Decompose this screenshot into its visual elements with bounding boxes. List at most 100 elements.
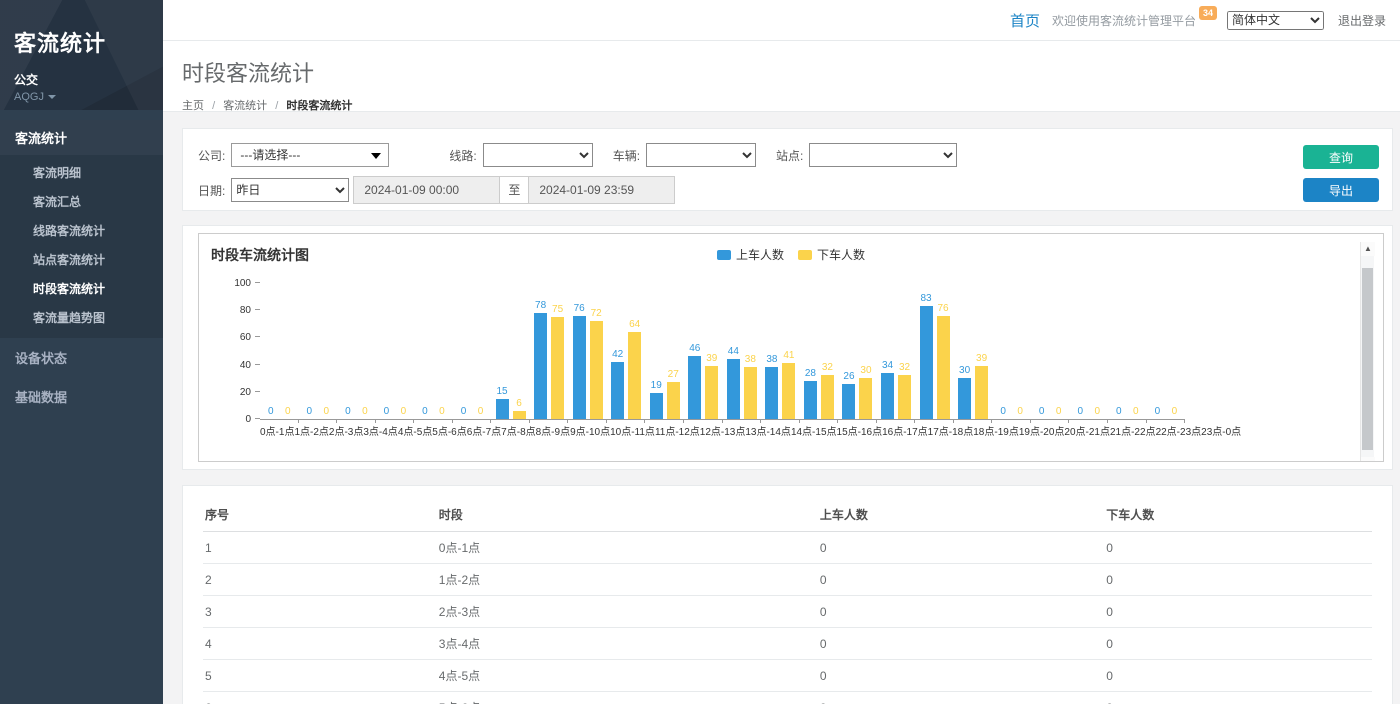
sidebar-item-基础数据[interactable]: 基础数据: [0, 377, 163, 416]
bar-上车人数: 0: [997, 283, 1010, 419]
logout-link[interactable]: 退出登录: [1338, 12, 1386, 29]
table-cell: 0: [818, 532, 1104, 564]
table-cell: 1: [203, 532, 437, 564]
bar-上车人数: 28: [804, 283, 817, 419]
y-axis-label: 0: [211, 414, 251, 425]
sidebar-subitem-时段客流统计[interactable]: 时段客流统计: [0, 274, 163, 303]
bar-下车人数: 6: [513, 283, 526, 419]
export-button[interactable]: 导出: [1303, 178, 1379, 202]
bar-value-label: 0: [362, 406, 368, 418]
x-axis-tick: [413, 419, 414, 423]
breadcrumb-separator: /: [275, 100, 278, 112]
bar-value-label: 0: [1172, 406, 1178, 418]
bar-value-label: 0: [1017, 406, 1023, 418]
date-preset-select[interactable]: 昨日: [231, 178, 349, 202]
top-bar: 首页 欢迎使用客流统计管理平台 34 简体中文 退出登录: [163, 0, 1400, 41]
table-cell: 0: [818, 692, 1104, 704]
company-select[interactable]: ---请选择---: [231, 143, 389, 167]
chart-category-slot: 28 32: [800, 284, 839, 419]
x-axis-label: 6点-7点: [467, 423, 501, 438]
bar: [920, 306, 933, 419]
y-axis-label: 100: [211, 278, 251, 289]
x-axis-label: 18点-19点: [973, 423, 1019, 438]
col-header-index: 序号: [203, 498, 437, 532]
home-link[interactable]: 首页: [1010, 10, 1040, 31]
bar-下车人数: 0: [474, 283, 487, 419]
bar-value-label: 0: [285, 406, 291, 418]
company-label: 公司:: [198, 147, 225, 164]
bar: [782, 363, 795, 419]
bar-上车人数: 76: [573, 283, 586, 419]
sidebar-item-设备状态[interactable]: 设备状态: [0, 338, 163, 377]
legend-swatch: [798, 250, 812, 260]
bar-value-label: 0: [1116, 406, 1122, 418]
scroll-up-icon[interactable]: ▲: [1361, 242, 1375, 256]
x-axis-label: 19点-20点: [1019, 423, 1065, 438]
bar: [705, 366, 718, 419]
sidebar-subitem-客流明细[interactable]: 客流明细: [0, 158, 163, 187]
breadcrumb-home[interactable]: 主页: [182, 100, 204, 112]
table-cell: 4: [203, 628, 437, 660]
y-axis-tick: [255, 309, 260, 310]
bar-value-label: 30: [860, 365, 871, 377]
vehicle-label: 车辆:: [613, 147, 640, 164]
line-select[interactable]: [483, 143, 593, 167]
chart-x-axis-labels: 0点-1点1点-2点2点-3点3点-4点4点-5点5点-6点6点-7点7点-8点…: [260, 423, 1185, 438]
language-select[interactable]: 简体中文: [1227, 11, 1324, 30]
scrollbar-thumb[interactable]: [1362, 268, 1373, 450]
x-axis-tick: [953, 419, 954, 423]
sidebar-subitem-客流汇总[interactable]: 客流汇总: [0, 187, 163, 216]
scroll-down-icon[interactable]: ▼: [1361, 457, 1375, 462]
chart-scrollbar[interactable]: ▲ ▼: [1360, 242, 1374, 462]
legend-label: 下车人数: [817, 246, 865, 263]
x-axis-tick: [1146, 419, 1147, 423]
table-row: 43点-4点00: [203, 628, 1372, 660]
bar-value-label: 27: [668, 369, 679, 381]
vehicle-select[interactable]: [646, 143, 756, 167]
brand-area: 客流统计 公交 AQGJ: [0, 0, 163, 110]
x-axis-label: 7点-8点: [501, 423, 535, 438]
table-cell: 5: [203, 660, 437, 692]
page: 客流统计 公交 AQGJ 客流统计客流明细客流汇总线路客流统计站点客流统计时段客…: [0, 0, 1400, 704]
sidebar-subitem-站点客流统计[interactable]: 站点客流统计: [0, 245, 163, 274]
line-label: 线路:: [449, 147, 476, 164]
table-cell: 0点-1点: [437, 532, 818, 564]
breadcrumb-section[interactable]: 客流统计: [223, 100, 267, 112]
sidebar-subitem-客流量趋势图[interactable]: 客流量趋势图: [0, 303, 163, 332]
bar-上车人数: 0: [1112, 283, 1125, 419]
bar-上车人数: 0: [1035, 283, 1048, 419]
bar-上车人数: 46: [688, 283, 701, 419]
chart-category-slot: 00: [992, 284, 1031, 419]
query-button[interactable]: 查询: [1303, 145, 1379, 169]
legend-item-上车人数[interactable]: 上车人数: [717, 246, 784, 263]
bar-value-label: 72: [591, 308, 602, 320]
data-table: 序号 时段 上车人数 下车人数 10点-1点0021点-2点0032点-3点00…: [203, 498, 1372, 704]
bar: [513, 411, 526, 419]
table-body: 10点-1点0021点-2点0032点-3点0043点-4点0054点-5点00…: [203, 532, 1372, 704]
bar-上车人数: 83: [920, 283, 933, 419]
x-axis-label: 21点-22点: [1110, 423, 1156, 438]
bar-上车人数: 0: [1074, 283, 1087, 419]
x-axis-tick: [876, 419, 877, 423]
legend-item-下车人数[interactable]: 下车人数: [798, 246, 865, 263]
x-axis-label: 23点-0点: [1201, 423, 1241, 438]
table-cell: 0: [818, 660, 1104, 692]
date-to-input[interactable]: 2024-01-09 23:59: [528, 176, 675, 204]
station-select[interactable]: [809, 143, 957, 167]
date-label: 日期:: [198, 182, 225, 199]
bar-value-label: 42: [612, 349, 623, 361]
sidebar-subitem-线路客流统计[interactable]: 线路客流统计: [0, 216, 163, 245]
sidebar-submenu: 客流明细客流汇总线路客流统计站点客流统计时段客流统计客流量趋势图: [0, 155, 163, 338]
bar: [727, 359, 740, 419]
bar-value-label: 0: [439, 406, 445, 418]
bar: [975, 366, 988, 419]
bar-value-label: 0: [345, 406, 351, 418]
sidebar-item-客流统计[interactable]: 客流统计: [0, 120, 163, 155]
chart-category-slot: 4639: [684, 284, 723, 419]
chart-category-slot: 4264: [607, 284, 646, 419]
bar: [881, 373, 894, 419]
org-code-dropdown[interactable]: AQGJ: [14, 91, 149, 103]
date-from-input[interactable]: 2024-01-09 00:00: [353, 176, 500, 204]
bar-value-label: 32: [822, 362, 833, 374]
bar: [667, 382, 680, 419]
